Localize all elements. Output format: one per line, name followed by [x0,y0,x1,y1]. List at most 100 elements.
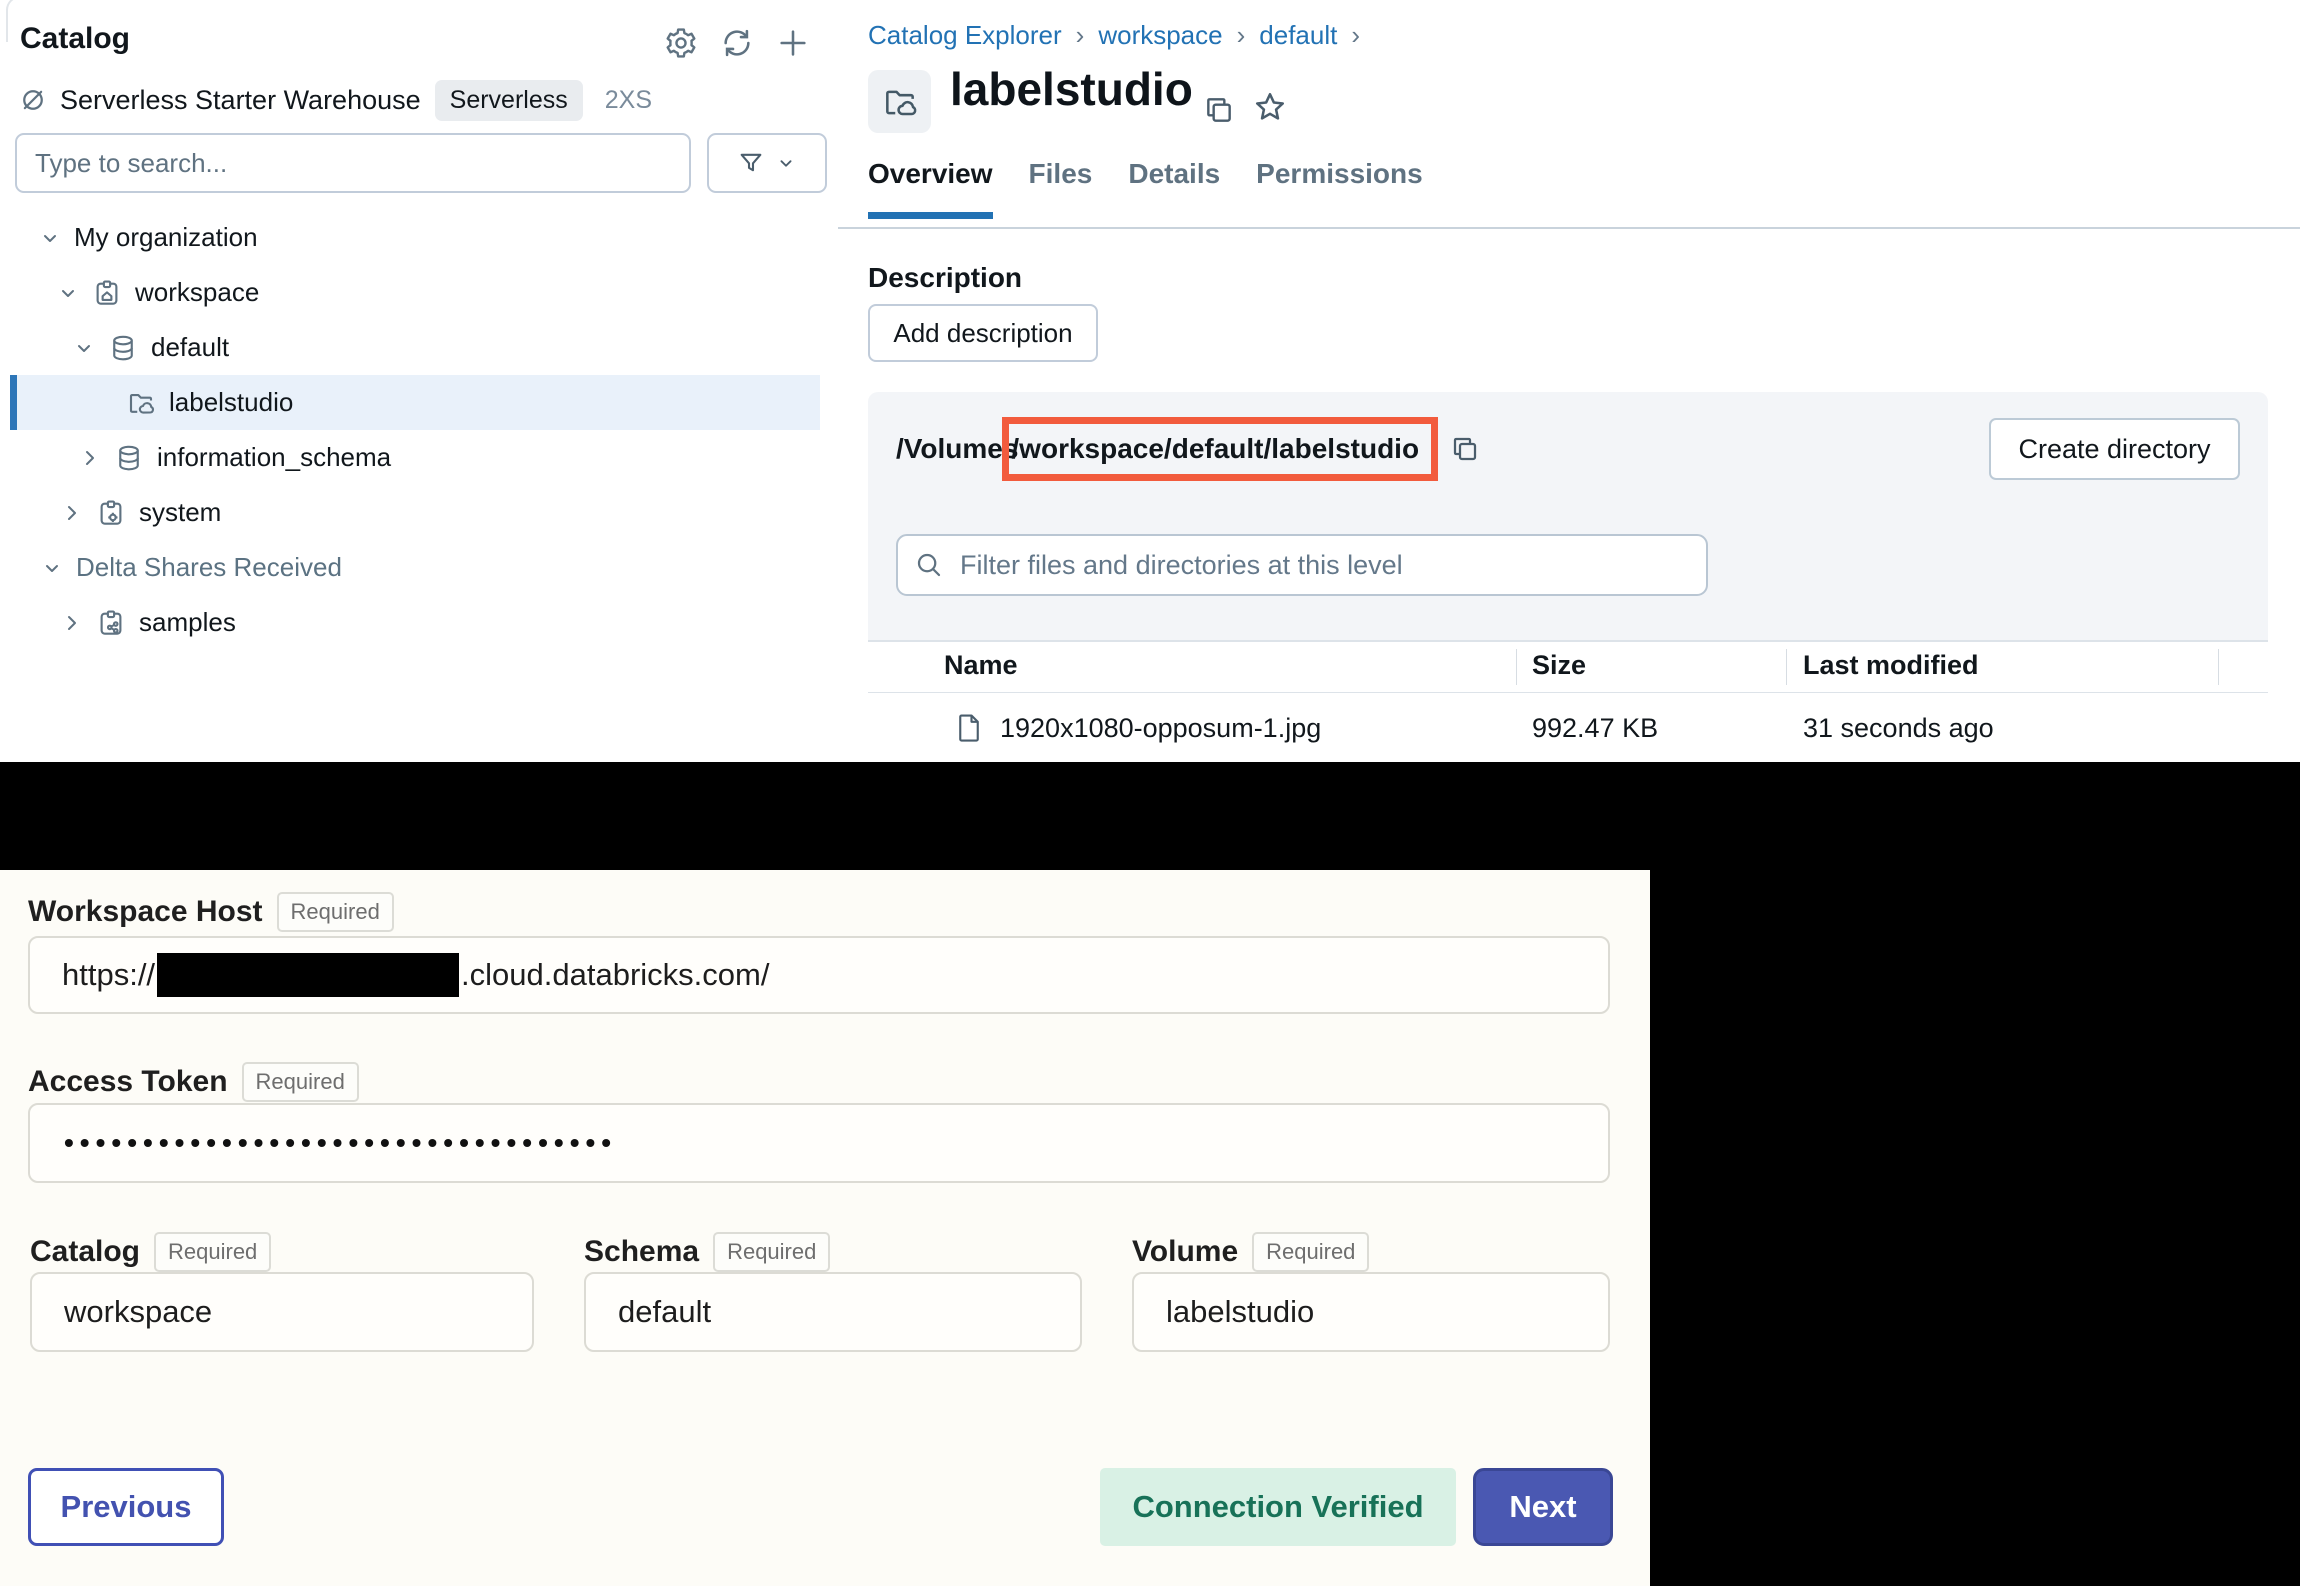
files-panel: /Volumes /workspace/default/labelstudio … [868,392,2268,762]
tree-item-default[interactable]: default [10,320,820,375]
file-filter-box [896,534,1708,596]
chevron-down-icon[interactable] [38,226,62,250]
previous-button[interactable]: Previous [28,1468,224,1546]
screenshot-root: Catalog Serverless Starter Warehouse Ser… [0,0,2300,1586]
host-value-prefix: https:// [62,957,155,993]
chevron-down-icon [775,152,797,174]
chevron-down-icon[interactable] [40,556,64,580]
tree-item-system[interactable]: system [10,485,820,540]
refresh-icon[interactable] [720,26,754,60]
connection-verified-status: Connection Verified [1100,1468,1456,1546]
schema-icon [108,333,138,363]
column-header-size[interactable]: Size [1532,650,1586,681]
workspace-host-value: https:// .cloud.databricks.com/ [30,953,769,997]
table-row[interactable]: 1920x1080-opposum-1.jpg 992.47 KB 31 sec… [868,693,2268,762]
tab-files[interactable]: Files [1029,158,1093,219]
tab-bar: Overview Files Details Permissions [868,158,1423,219]
access-token-value: ••••••••••••••••••••••••••••••••••• [30,1127,617,1159]
breadcrumb: Catalog Explorer › workspace › default › [868,20,1360,51]
search-icon [914,550,944,580]
required-badge: Required [1252,1232,1369,1272]
tree-item-label: information_schema [157,442,391,473]
catalog-search-box [15,133,691,193]
file-last-modified: 31 seconds ago [1803,713,1994,744]
access-token-field[interactable]: ••••••••••••••••••••••••••••••••••• [28,1103,1610,1183]
column-header-name[interactable]: Name [944,650,1018,681]
volume-path-annotation-box: /workspace/default/labelstudio [1002,417,1438,481]
catalog-input[interactable] [32,1274,532,1350]
tree-item-labelstudio-selected[interactable]: labelstudio [10,375,820,430]
breadcrumb-link-default[interactable]: default [1259,20,1337,51]
warehouse-row[interactable]: Serverless Starter Warehouse Serverless … [18,78,652,122]
create-directory-button[interactable]: Create directory [1989,418,2240,480]
redaction-box [157,953,459,997]
tree-item-information-schema[interactable]: information_schema [10,430,820,485]
connection-form: Workspace Host Required https:// .cloud.… [0,870,1650,1586]
copy-icon[interactable] [1203,94,1235,126]
required-badge: Required [242,1062,359,1102]
tree-item-delta-shares-received[interactable]: Delta Shares Received [10,540,820,595]
system-catalog-icon [96,498,126,528]
volume-path-row: /Volumes /workspace/default/labelstudio [896,416,1480,482]
breadcrumb-link-workspace[interactable]: workspace [1098,20,1222,51]
catalog-search-input[interactable] [17,135,725,191]
file-icon [954,713,984,743]
next-button[interactable]: Next [1473,1468,1613,1546]
gear-icon[interactable] [664,26,698,60]
volume-path-prefix: /Volumes [896,433,1018,465]
catalog-sidebar: Catalog Serverless Starter Warehouse Ser… [0,0,839,762]
tree-item-samples[interactable]: samples [10,595,820,650]
description-heading: Description [868,262,1022,294]
chevron-down-icon[interactable] [56,281,80,305]
breadcrumb-separator-icon: › [1237,20,1246,51]
catalog-label-row: Catalog Required [30,1232,271,1272]
workspace-host-label: Workspace Host [28,895,263,929]
volume-input[interactable] [1134,1274,1608,1350]
serverless-badge: Serverless [435,80,583,121]
schema-label: Schema [584,1235,699,1269]
file-filter-input[interactable] [958,549,1706,582]
files-table: Name Size Last modified 1920x1080-opposu… [868,640,2268,762]
column-divider [1786,649,1787,685]
copy-icon[interactable] [1450,434,1480,464]
chevron-right-icon[interactable] [60,611,84,635]
host-value-suffix: .cloud.databricks.com/ [461,957,769,993]
catalog-icon [92,278,122,308]
tab-permissions[interactable]: Permissions [1256,158,1423,219]
chevron-right-icon[interactable] [60,501,84,525]
filter-button[interactable] [707,133,827,193]
catalog-label: Catalog [30,1235,140,1269]
breadcrumb-link-catalog-explorer[interactable]: Catalog Explorer [868,20,1062,51]
add-description-button[interactable]: Add description [868,304,1098,362]
chevron-right-icon[interactable] [78,446,102,470]
required-badge: Required [713,1232,830,1272]
workspace-host-field[interactable]: https:// .cloud.databricks.com/ [28,936,1610,1014]
tree-item-label: default [151,332,229,363]
tab-overview[interactable]: Overview [868,158,993,219]
volume-icon [126,388,156,418]
tree-item-label: Delta Shares Received [76,552,342,583]
column-header-last-modified[interactable]: Last modified [1803,650,1979,681]
shared-catalog-icon [96,608,126,638]
chevron-down-icon[interactable] [72,336,96,360]
tree-item-my-organization[interactable]: My organization [10,210,820,265]
catalog-tree: My organization workspace default labels… [10,210,820,650]
schema-field [584,1272,1082,1352]
tree-item-label: workspace [135,277,259,308]
tab-details[interactable]: Details [1128,158,1220,219]
file-size: 992.47 KB [1532,713,1658,744]
serverless-warehouse-icon [18,85,48,115]
required-badge: Required [154,1232,271,1272]
star-icon[interactable] [1253,90,1287,124]
required-badge: Required [277,892,394,932]
tree-item-workspace[interactable]: workspace [10,265,820,320]
selected-row-indicator [10,375,17,430]
catalog-explorer-window: Catalog Serverless Starter Warehouse Ser… [0,0,2300,762]
explorer-main: Catalog Explorer › workspace › default ›… [838,0,2300,762]
schema-input[interactable] [586,1274,1080,1350]
access-token-label: Access Token [28,1065,228,1099]
breadcrumb-separator-icon: › [1076,20,1085,51]
tree-item-label: samples [139,607,236,638]
file-name[interactable]: 1920x1080-opposum-1.jpg [1000,713,1321,744]
plus-icon[interactable] [776,26,810,60]
